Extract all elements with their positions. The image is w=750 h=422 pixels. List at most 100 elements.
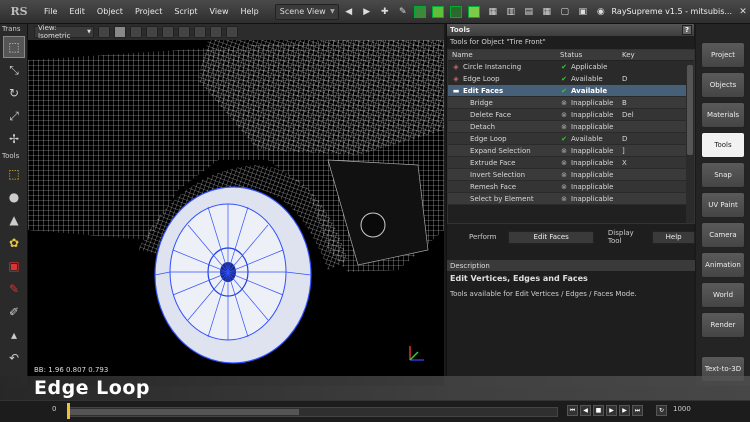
tool-name-label: Extrude Face bbox=[470, 158, 516, 167]
wireframe-icon[interactable] bbox=[98, 26, 110, 38]
shaded-icon[interactable] bbox=[162, 26, 174, 38]
loop-icon[interactable]: ↻ bbox=[656, 405, 667, 416]
column-key[interactable]: Key bbox=[622, 51, 686, 59]
perform-edit-faces-button[interactable]: Edit Faces bbox=[508, 230, 594, 244]
table-row[interactable]: Select by Element ⊗ Inapplicable bbox=[448, 193, 694, 205]
tool-name-label: Invert Selection bbox=[470, 170, 526, 179]
table-scrollbar[interactable] bbox=[686, 61, 694, 223]
lamp-icon[interactable]: ▴ bbox=[3, 324, 25, 346]
solid-icon[interactable] bbox=[114, 26, 126, 38]
tab-camera[interactable]: Camera bbox=[701, 222, 745, 248]
rotate-tool-icon[interactable]: ↻ bbox=[3, 82, 25, 104]
settings-icon[interactable] bbox=[226, 26, 238, 38]
select-tool-icon[interactable]: ⬚ bbox=[3, 36, 25, 58]
tab-objects[interactable]: Objects bbox=[701, 72, 745, 98]
add-object-icon[interactable]: ✚ bbox=[377, 4, 393, 20]
cube-outline-icon[interactable] bbox=[449, 5, 462, 18]
tab-snap[interactable]: Snap bbox=[701, 162, 745, 188]
paint-icon[interactable]: ✎ bbox=[3, 278, 25, 300]
move-tool-icon[interactable]: ⤢ bbox=[3, 105, 25, 127]
timeline-range[interactable] bbox=[69, 409, 299, 415]
tool-status: ✔ Available bbox=[560, 135, 622, 143]
table-row[interactable]: Invert Selection ⊗ Inapplicable bbox=[448, 169, 694, 181]
tool-name-label: Edge Loop bbox=[463, 74, 500, 83]
extrude-icon[interactable]: ▲ bbox=[3, 209, 25, 231]
close-icon[interactable]: ✕ bbox=[736, 5, 750, 19]
menu-object[interactable]: Object bbox=[91, 7, 129, 16]
skip-end-icon[interactable]: ⏭ bbox=[632, 405, 643, 416]
stop-icon[interactable]: ■ bbox=[593, 405, 604, 416]
table-row[interactable]: ◈ Circle Instancing ✔ Applicable bbox=[448, 61, 694, 73]
sphere-icon[interactable]: ● bbox=[3, 186, 25, 208]
table-row[interactable]: Extrude Face ⊗ Inapplicable X bbox=[448, 157, 694, 169]
table-row[interactable]: Detach ⊗ Inapplicable bbox=[448, 121, 694, 133]
timeline: 0 ⏮ ◀ ■ ▶ ▶ ⏭ ↻ 1000 bbox=[0, 400, 750, 422]
grid-icon[interactable]: ▦ bbox=[485, 4, 501, 20]
texture-icon[interactable] bbox=[146, 26, 158, 38]
axis-tool-icon[interactable]: ✢ bbox=[3, 128, 25, 150]
column-status[interactable]: Status bbox=[560, 51, 622, 59]
table-row[interactable]: Bridge ⊗ Inapplicable B bbox=[448, 97, 694, 109]
forward-arrow-icon[interactable]: ▶ bbox=[359, 4, 375, 20]
table-row[interactable]: Delete Face ⊗ Inapplicable Del bbox=[448, 109, 694, 121]
scale-tool-icon[interactable]: ⤡ bbox=[3, 59, 25, 81]
cube-icon[interactable] bbox=[413, 5, 426, 18]
table-row[interactable]: ▬ Edit Faces ✔ Available bbox=[448, 85, 694, 97]
table-icon[interactable]: ▦ bbox=[539, 4, 555, 20]
step-forward-icon[interactable]: ▶ bbox=[619, 405, 630, 416]
help-icon[interactable]: ? bbox=[682, 25, 692, 35]
render-preview-icon[interactable] bbox=[178, 26, 190, 38]
play-icon[interactable]: ▶ bbox=[606, 405, 617, 416]
render-icon[interactable]: ▣ bbox=[575, 4, 591, 20]
timeline-track[interactable] bbox=[68, 407, 558, 417]
light-icon[interactable] bbox=[210, 26, 222, 38]
column-name[interactable]: Name bbox=[448, 51, 560, 59]
tool-name: ◈ Edge Loop bbox=[448, 75, 560, 83]
step-back-icon[interactable]: ◀ bbox=[580, 405, 591, 416]
brush-icon[interactable]: ✐ bbox=[3, 301, 25, 323]
view-mode-dropdown[interactable]: View: Isometric ▼ bbox=[34, 24, 94, 40]
tool-status: ⊗ Inapplicable bbox=[560, 171, 622, 179]
globe-icon[interactable]: ◉ bbox=[593, 4, 609, 20]
panel-icon[interactable]: ▤ bbox=[521, 4, 537, 20]
cube-solid-icon[interactable] bbox=[431, 5, 444, 18]
window-icon[interactable]: ▢ bbox=[557, 4, 573, 20]
tab-materials[interactable]: Materials bbox=[701, 102, 745, 128]
back-arrow-icon[interactable]: ◀ bbox=[341, 4, 357, 20]
menu-script[interactable]: Script bbox=[168, 7, 203, 16]
skip-start-icon[interactable]: ⏮ bbox=[567, 405, 578, 416]
edit-object-icon[interactable]: ✎ bbox=[395, 4, 411, 20]
tool-status-label: Available bbox=[571, 134, 603, 143]
menu-edit[interactable]: Edit bbox=[63, 7, 91, 16]
cube-mesh-icon[interactable] bbox=[467, 5, 480, 18]
tab-world[interactable]: World bbox=[701, 282, 745, 308]
undo-icon[interactable]: ↶ bbox=[3, 347, 25, 369]
scrollbar-thumb[interactable] bbox=[687, 65, 693, 155]
chevron-down-icon: ▼ bbox=[87, 29, 91, 35]
box-icon[interactable]: ▣ bbox=[3, 255, 25, 277]
scene-view-dropdown[interactable]: Scene View ▼ bbox=[274, 3, 339, 20]
tab-uv-paint[interactable]: UV Paint bbox=[701, 192, 745, 218]
layout-icon[interactable]: ▥ bbox=[503, 4, 519, 20]
table-row[interactable]: Edge Loop ✔ Available D bbox=[448, 133, 694, 145]
menu-help[interactable]: Help bbox=[235, 7, 265, 16]
tab-render[interactable]: Render bbox=[701, 312, 745, 338]
help-button[interactable]: Help bbox=[652, 230, 695, 244]
menu-file[interactable]: File bbox=[38, 7, 63, 16]
check-icon: ✔ bbox=[561, 86, 567, 95]
edit-points-icon[interactable]: ⬚ bbox=[3, 163, 25, 185]
camera-icon[interactable] bbox=[194, 26, 206, 38]
tool-status: ✔ Available bbox=[560, 87, 622, 95]
table-row[interactable]: Remesh Face ⊗ Inapplicable bbox=[448, 181, 694, 193]
grid-icon[interactable] bbox=[130, 26, 142, 38]
table-row[interactable]: ◈ Edge Loop ✔ Available D bbox=[448, 73, 694, 85]
playhead[interactable] bbox=[67, 403, 70, 419]
tab-project[interactable]: Project bbox=[701, 42, 745, 68]
menu-project[interactable]: Project bbox=[129, 7, 168, 16]
tab-tools[interactable]: Tools bbox=[701, 132, 745, 158]
table-row[interactable]: Expand Selection ⊗ Inapplicable] bbox=[448, 145, 694, 157]
3d-viewport[interactable]: View: Isometric ▼ BB: 1.96 0.807 0.793 bbox=[28, 24, 444, 386]
menu-view[interactable]: View bbox=[204, 7, 235, 16]
tab-animation[interactable]: Animation bbox=[701, 252, 745, 278]
gear-icon[interactable]: ✿ bbox=[3, 232, 25, 254]
